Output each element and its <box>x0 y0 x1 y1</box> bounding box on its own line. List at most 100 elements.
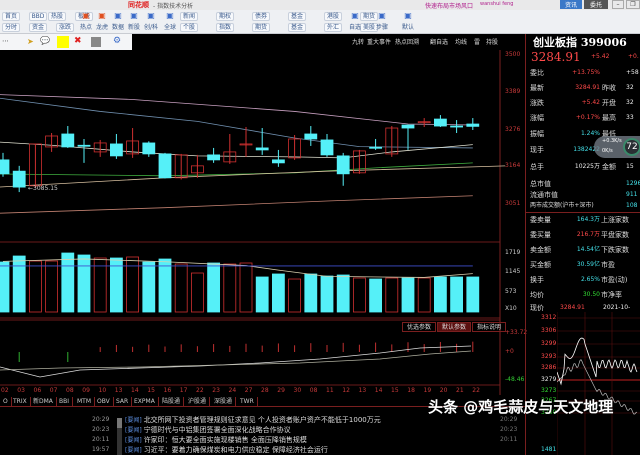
toolbar-icon-button-7[interactable]: ▣ 步骤 <box>372 11 392 31</box>
indicator-tab-陆股通[interactable]: 陆股通 <box>159 397 185 406</box>
quote-row: 换手 2.65% 市盈(动) <box>530 274 640 286</box>
indicator-tab-BBI[interactable]: BBI <box>56 397 74 406</box>
news-item[interactable]: [要闻] 许家印：恒大要全面实施现楼销售 全面压降销售规模 <box>125 435 307 445</box>
news-button[interactable]: 资讯 <box>560 0 582 9</box>
news-item[interactable]: [要闻] 宁德时代与中铝集团签署全面深化战略合作协议 <box>125 425 291 435</box>
delete-icon[interactable]: ✖ <box>74 36 82 46</box>
color-picker[interactable] <box>57 36 69 48</box>
username[interactable]: wanshui feng <box>480 1 513 7</box>
volume-bar <box>239 262 253 313</box>
date-label: 10 <box>98 387 107 394</box>
news-scrollbar[interactable] <box>117 418 122 455</box>
quote-row: 均价 30.50 市净率 <box>530 289 640 301</box>
volume-bar <box>417 277 431 313</box>
quote-label-2: 昨收 <box>602 84 616 92</box>
toolbar-button-row2-6[interactable]: 基金 <box>288 23 306 32</box>
speed-down: 0K/s <box>602 148 613 154</box>
toolbar-button-row2-7[interactable]: 外汇 <box>324 23 342 32</box>
indicator-button-1[interactable]: 默认参数 <box>437 322 472 332</box>
toolbar-icon-button-5[interactable]: ▣ 全球 <box>160 11 180 31</box>
news-item[interactable]: [要闻] 习近平：要着力确保煤炭和电力供应稳定 保障经济社会运行 <box>125 445 328 455</box>
indicator-button-2[interactable]: 指标说明 <box>472 322 507 332</box>
save-layout-icon[interactable] <box>91 37 101 47</box>
toolbar-icon-label: 自选 <box>348 24 361 31</box>
indicator-button-0[interactable]: 优选参数 <box>402 322 437 332</box>
candle-body <box>255 147 269 151</box>
indicator-tab-TRIX[interactable]: TRIX <box>10 397 31 406</box>
quote-label-2: 市盈 <box>601 261 615 269</box>
toolbar-button-row2-1[interactable]: 资金 <box>29 23 47 32</box>
quote-label-2: 开盘 <box>602 99 616 107</box>
quote-label: 委卖量 <box>530 216 551 224</box>
chart-tab-0[interactable]: 九转 <box>352 37 364 46</box>
cap-label: 流通市值 <box>530 191 558 199</box>
comment-icon[interactable]: 💬 <box>40 36 50 45</box>
kline-chart[interactable] <box>0 50 526 395</box>
indicator-tab-MTM[interactable]: MTM <box>74 397 96 406</box>
date-label: 22 <box>196 387 204 394</box>
indicator-tab-SAR[interactable]: SAR <box>113 397 133 406</box>
toolbar-button-row2-3[interactable]: 个股 <box>180 23 198 32</box>
toolbar-button-row2-4[interactable]: 指数 <box>216 23 234 32</box>
speed-widget[interactable]: +0.3K/s 0K/s 72 <box>594 136 640 158</box>
toolbar-icon-button-6[interactable]: ▣ 自选 <box>345 11 365 31</box>
date-label: 17 <box>179 387 188 394</box>
restore-button[interactable]: ❐ <box>626 0 640 9</box>
price-axis-label: 3164 <box>505 162 521 169</box>
chart-tab-6[interactable]: 持股 <box>486 37 498 46</box>
toolbar-button-5[interactable]: 期权 <box>216 12 234 21</box>
indicator-line <box>0 350 472 371</box>
toolbar-icon: ▣ <box>404 11 412 20</box>
date-label: 20 <box>439 387 448 394</box>
chart-tab-1[interactable]: 重大事件 <box>367 37 391 46</box>
scroll-thumb[interactable] <box>117 418 122 428</box>
chart-tab-3[interactable]: 翻自选 <box>430 37 448 46</box>
toolbar-icon-button-8[interactable]: ▣ 默认 <box>398 11 418 31</box>
trade-button[interactable]: 委托 <box>584 0 608 9</box>
toolbar-button-4[interactable]: 新闻 <box>180 12 198 21</box>
indicator-line <box>0 345 472 378</box>
intraday-chart[interactable] <box>557 312 640 455</box>
news-time: 19:57 <box>92 446 110 453</box>
indicator-tab-深股通[interactable]: 深股通 <box>211 397 237 406</box>
candle-body <box>158 153 172 179</box>
toolbar-icon-button-4[interactable]: ▣ 创/科 <box>141 11 161 31</box>
minimize-button[interactable]: – <box>612 0 624 9</box>
chart-tab-5[interactable]: 雷 <box>474 37 480 46</box>
low-price-value: 3085.15 <box>33 185 58 192</box>
indicator-tab-沪股通[interactable]: 沪股通 <box>185 397 211 406</box>
more-icon[interactable]: ⋯ <box>2 37 9 45</box>
toolbar-button-row2-5[interactable]: 期货 <box>252 23 270 32</box>
cursor-icon[interactable]: ➤ <box>27 37 34 46</box>
chart-tab-4[interactable]: 均线 <box>455 37 467 46</box>
gear-icon[interactable]: ⚙ <box>113 36 121 46</box>
toolbar-button-7[interactable]: 基金 <box>288 12 306 21</box>
chart-tab-2[interactable]: 热点回溯 <box>395 37 419 46</box>
news-tag: [要闻] <box>125 447 142 454</box>
date-label: 03 <box>17 387 25 394</box>
cap-row: 两市成交额(沪市+深市) 108 <box>530 201 640 211</box>
toolbar-button-8[interactable]: 港股 <box>324 12 342 21</box>
intraday-price-line <box>557 337 638 386</box>
news-time-right: 20:11 <box>500 436 518 443</box>
indicator-tab-EXPMA[interactable]: EXPMA <box>131 397 159 406</box>
indicator-tab-OBV[interactable]: OBV <box>94 397 114 406</box>
toolbar-button-0[interactable]: 首页 <box>2 12 20 21</box>
volume-axis-label: X10 <box>505 305 517 312</box>
intraday-volume-label: 1481 <box>541 446 557 453</box>
toolbar-button-row2-0[interactable]: 分时 <box>2 23 20 32</box>
quote-value-2: 15 <box>626 163 634 170</box>
quote-label-2: 市盈(动) <box>601 276 628 284</box>
promo-link[interactable]: 快速布局市场风口 <box>425 1 473 10</box>
news-item[interactable]: [要闻] 北交所网下投资者管理规则征求意见 个人投资者账户资产不能低于1000万元 <box>125 415 381 425</box>
indicator-tab-TWR[interactable]: TWR <box>237 397 258 406</box>
date-label: 12 <box>342 387 350 394</box>
toolbar-button-2[interactable]: 热股 <box>48 12 66 21</box>
toolbar-button-row2-2[interactable]: 涨跌 <box>56 23 74 32</box>
indicator-tab-新DMA[interactable]: 新DMA <box>30 397 57 406</box>
toolbar-icon-label: 全球 <box>163 24 176 31</box>
quote-row: 总手 10225万 金额 15 <box>530 161 640 173</box>
quote-value: 216.7万 <box>576 231 600 238</box>
toolbar-button-6[interactable]: 债券 <box>252 12 270 21</box>
toolbar-button-1[interactable]: BBD <box>29 12 47 21</box>
